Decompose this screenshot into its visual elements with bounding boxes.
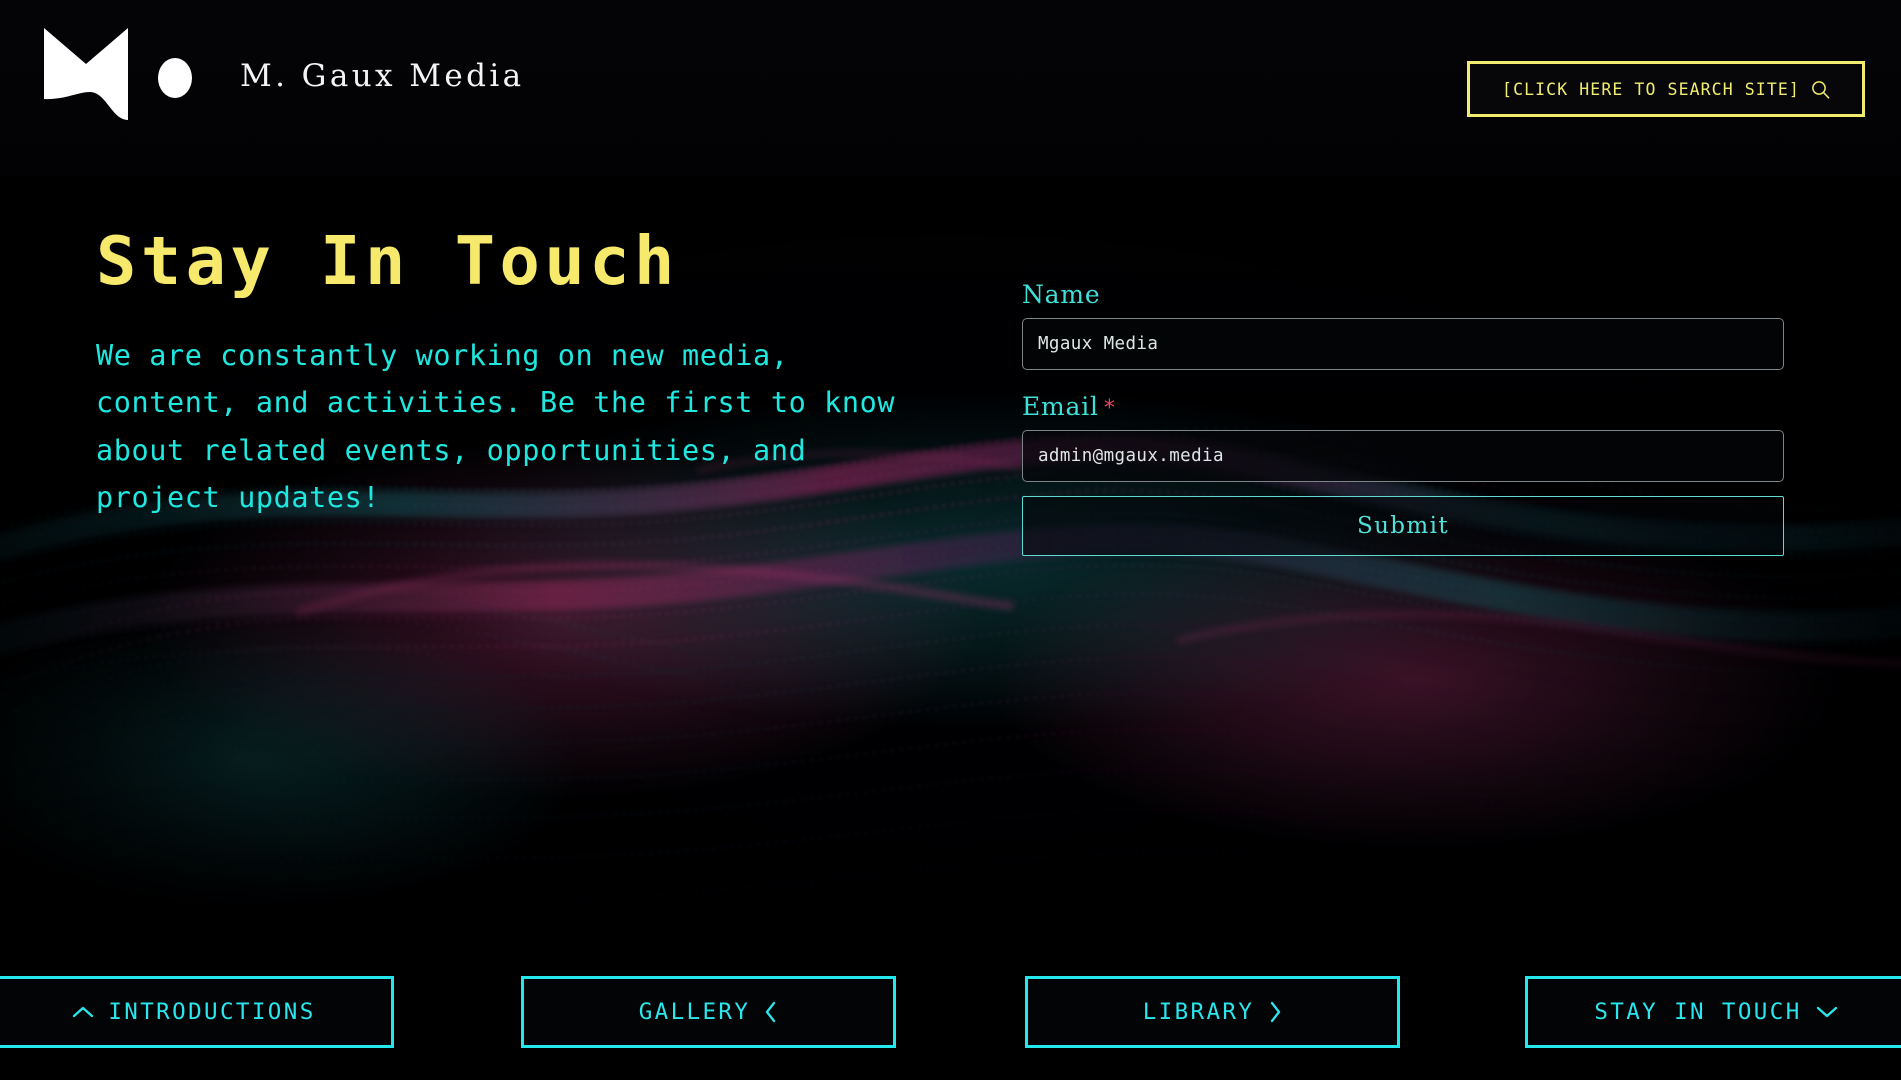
email-label-text: Email <box>1022 392 1099 421</box>
nav-label-introductions: INTRODUCTIONS <box>108 999 316 1025</box>
nav-button-gallery[interactable]: GALLERY <box>521 976 896 1048</box>
chevron-left-icon <box>766 1001 776 1023</box>
search-icon <box>1812 80 1830 99</box>
intro-paragraph: We are constantly working on new media, … <box>96 339 896 514</box>
intro-section: Stay In Touch We are constantly working … <box>96 222 916 521</box>
name-field-label: Name <box>1022 280 1101 309</box>
chevron-right-icon <box>1271 1001 1281 1023</box>
nav-button-library[interactable]: LIBRARY <box>1025 976 1400 1048</box>
search-site-button[interactable]: [CLICK HERE TO SEARCH SITE] <box>1467 61 1865 117</box>
site-header: M. Gaux Media [CLICK HERE TO SEARCH SITE… <box>0 0 1901 176</box>
submit-button[interactable]: Submit <box>1022 496 1784 556</box>
nav-button-introductions[interactable]: INTRODUCTIONS <box>0 976 394 1048</box>
email-input[interactable] <box>1022 430 1784 482</box>
nav-label-library: LIBRARY <box>1142 999 1255 1025</box>
nav-label-gallery: GALLERY <box>638 999 751 1025</box>
nav-label-stay-in-touch: STAY IN TOUCH <box>1594 999 1802 1025</box>
page-root: M. Gaux Media [CLICK HERE TO SEARCH SITE… <box>0 0 1901 1080</box>
nav-button-stay-in-touch[interactable]: STAY IN TOUCH <box>1525 976 1901 1048</box>
required-asterisk: * <box>1103 396 1116 421</box>
main-content: Stay In Touch We are constantly working … <box>0 176 1901 976</box>
name-field-group: Name <box>1022 280 1784 370</box>
mgaux-m-logo-icon <box>44 28 192 120</box>
chevron-up-icon <box>73 1006 94 1018</box>
brand-title: M. Gaux Media <box>240 58 525 94</box>
brand[interactable]: M. Gaux Media <box>38 20 525 128</box>
search-button-label: [CLICK HERE TO SEARCH SITE] <box>1502 79 1800 99</box>
page-title: Stay In Touch <box>96 222 679 300</box>
stay-in-touch-form: Name Email* Submit <box>1022 280 1784 556</box>
chevron-down-icon <box>1816 1006 1837 1018</box>
bottom-navigation: INTRODUCTIONS GALLERY LIBRARY STAY IN TO… <box>0 976 1901 1080</box>
email-field-label: Email * <box>1022 392 1784 421</box>
name-input[interactable] <box>1022 318 1784 370</box>
email-field-group: Email * <box>1022 392 1784 482</box>
